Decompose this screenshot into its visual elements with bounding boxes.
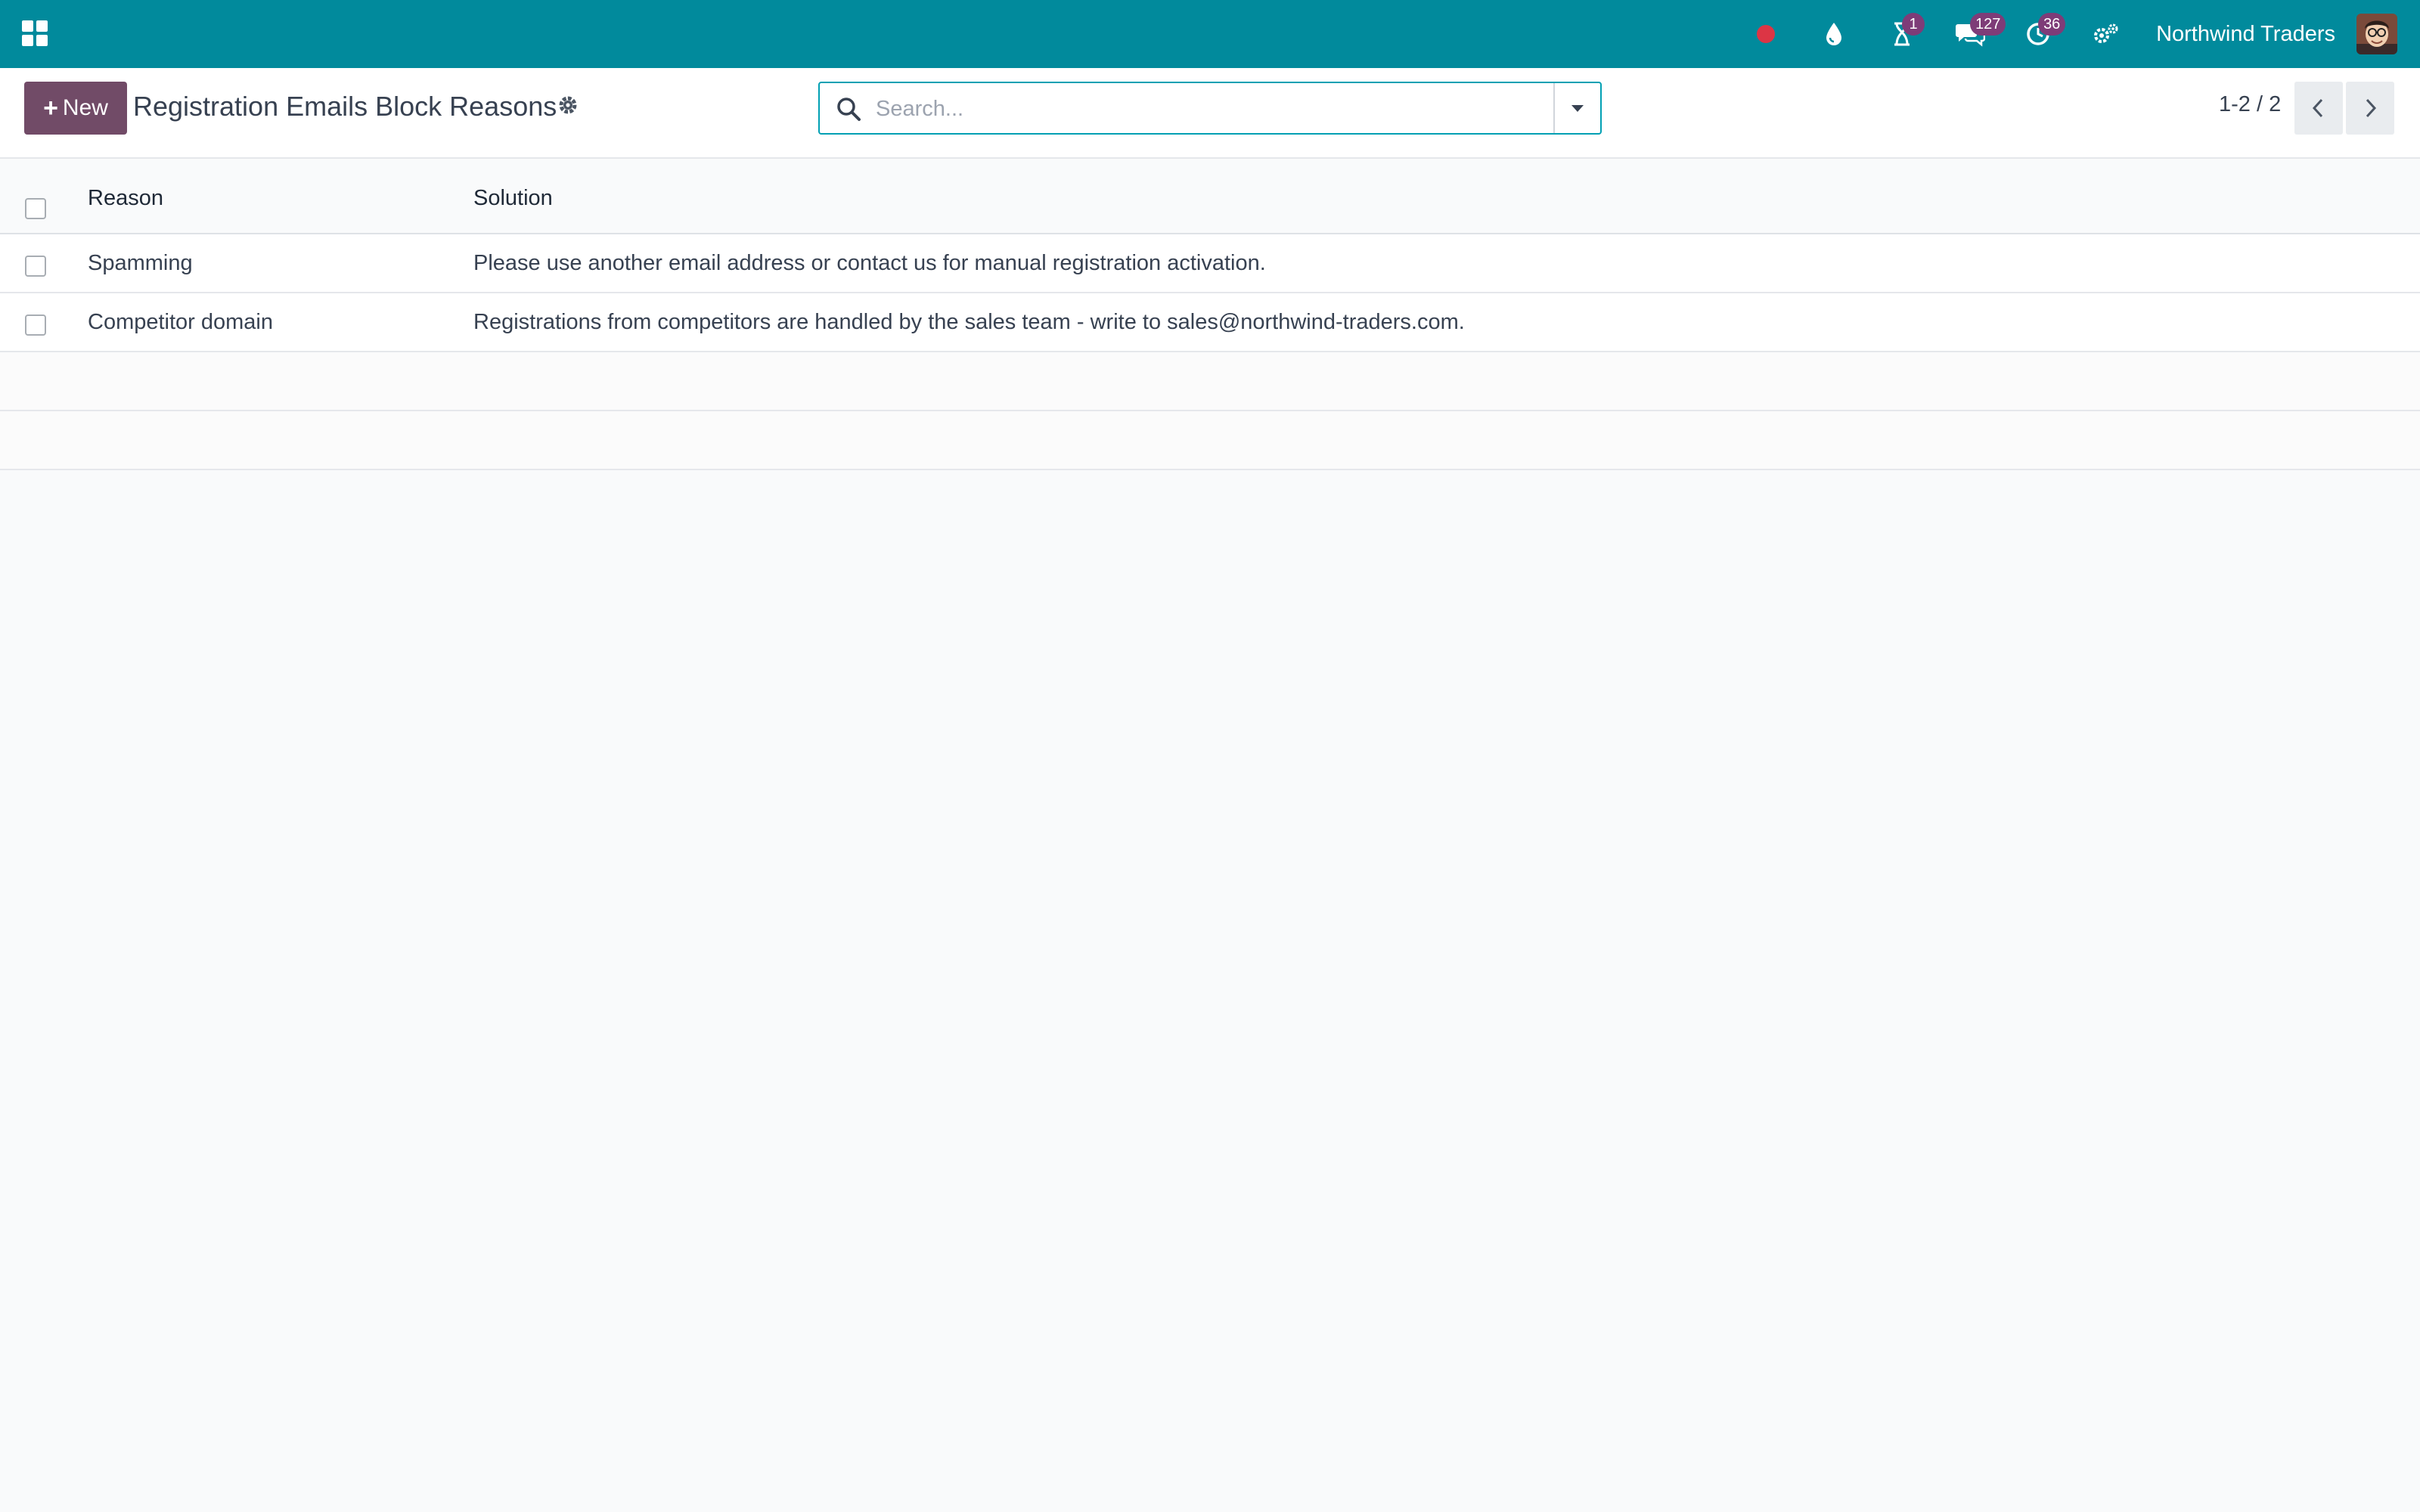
new-button[interactable]: + New bbox=[24, 82, 127, 135]
hourglass-icon[interactable]: 1 bbox=[1885, 13, 1925, 51]
row-checkbox[interactable] bbox=[25, 256, 46, 277]
empty-row bbox=[0, 352, 2420, 411]
drop-icon[interactable] bbox=[1817, 17, 1851, 51]
apps-menu-icon[interactable] bbox=[21, 20, 48, 47]
pager-value[interactable]: 1-2 / 2 bbox=[2219, 92, 2281, 117]
control-panel: + New Registration Emails Block Reasons … bbox=[0, 68, 2420, 159]
gears-icon[interactable] bbox=[2090, 17, 2123, 51]
plus-icon: + bbox=[43, 94, 58, 122]
page-title: Registration Emails Block Reasons bbox=[133, 91, 557, 122]
activity-badge: 36 bbox=[2038, 13, 2066, 36]
table-row[interactable]: Spamming Please use another email addres… bbox=[0, 234, 2420, 293]
search-options-toggle[interactable] bbox=[1553, 83, 1600, 133]
search-icon bbox=[835, 95, 862, 122]
record-dot-icon[interactable] bbox=[1749, 17, 1782, 51]
empty-row bbox=[0, 411, 2420, 470]
top-navbar: 1 127 36 Northwind Traders bbox=[0, 0, 2420, 68]
new-button-label: New bbox=[62, 95, 108, 120]
activity-clock-icon[interactable]: 36 bbox=[2021, 13, 2066, 51]
user-avatar[interactable] bbox=[2356, 14, 2397, 54]
company-switcher[interactable]: Northwind Traders bbox=[2156, 22, 2335, 47]
search-input[interactable] bbox=[874, 83, 1528, 135]
pager-next-button[interactable] bbox=[2346, 82, 2394, 135]
caret-down-icon bbox=[1571, 105, 1584, 112]
column-header-solution[interactable]: Solution bbox=[473, 186, 553, 211]
chevron-left-icon bbox=[2312, 98, 2323, 118]
select-all-checkbox[interactable] bbox=[25, 198, 46, 219]
search-bar bbox=[818, 82, 1602, 135]
solution-cell[interactable]: Please use another email address or cont… bbox=[473, 251, 1266, 276]
hourglass-badge: 1 bbox=[1902, 13, 1925, 36]
reason-cell[interactable]: Competitor domain bbox=[88, 310, 273, 335]
solution-cell[interactable]: Registrations from competitors are handl… bbox=[473, 310, 1465, 335]
gear-icon[interactable] bbox=[557, 94, 579, 116]
chat-badge: 127 bbox=[1970, 13, 2006, 36]
reason-cell[interactable]: Spamming bbox=[88, 251, 193, 276]
row-checkbox[interactable] bbox=[25, 314, 46, 336]
chat-bubbles-icon[interactable]: 127 bbox=[1953, 13, 2006, 51]
column-header-reason[interactable]: Reason bbox=[88, 186, 163, 211]
list-view: Reason Solution Spamming Please use anot… bbox=[0, 159, 2420, 470]
systray: 1 127 36 Northwind Traders bbox=[1749, 0, 2397, 68]
list-header: Reason Solution bbox=[0, 159, 2420, 234]
table-row[interactable]: Competitor domain Registrations from com… bbox=[0, 293, 2420, 352]
pager-previous-button[interactable] bbox=[2294, 82, 2343, 135]
chevron-right-icon bbox=[2366, 98, 2377, 118]
